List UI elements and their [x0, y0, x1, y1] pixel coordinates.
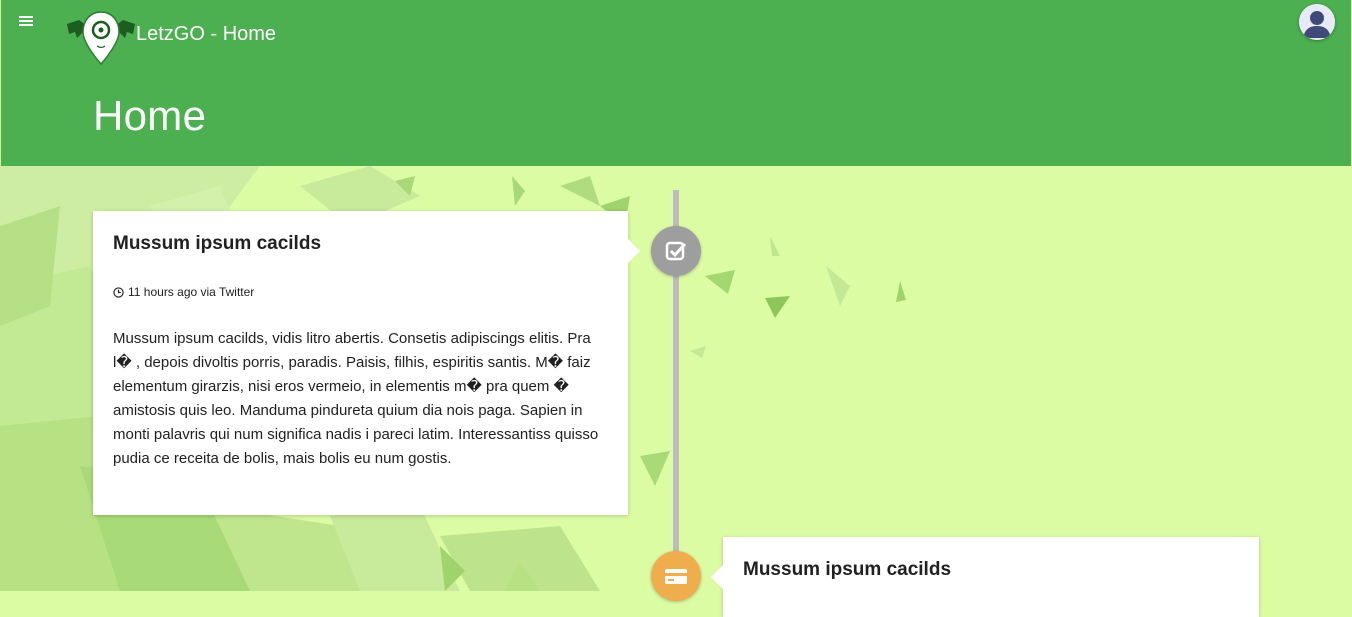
card-meta: 11 hours ago via Twitter — [113, 285, 254, 299]
card-body: Mussum ipsum cacilds, vidis litro aberti… — [113, 330, 599, 467]
user-avatar[interactable] — [1299, 4, 1335, 40]
card-title: Mussum ipsum cacilds — [743, 559, 952, 580]
page-title: Home — [93, 92, 207, 139]
timeline-badge — [651, 226, 701, 276]
credit-card-icon — [665, 569, 687, 584]
timeline-card: Mussum ipsum cacilds — [711, 537, 1259, 617]
app-bar: LetzGO - Home Home — [1, 0, 1351, 166]
hamburger-menu-icon[interactable] — [19, 16, 33, 28]
card-meta-text: 11 hours ago via Twitter — [128, 285, 255, 299]
timeline-card: Mussum ipsum cacilds 11 hours ago via Tw… — [93, 211, 640, 515]
clock-icon — [113, 286, 124, 298]
card-title: Mussum ipsum cacilds — [113, 233, 322, 254]
app-title: LetzGO - Home — [136, 23, 277, 45]
timeline-badge — [651, 551, 701, 601]
letzgo-logo[interactable] — [65, 10, 137, 66]
check-square-icon — [665, 241, 687, 261]
